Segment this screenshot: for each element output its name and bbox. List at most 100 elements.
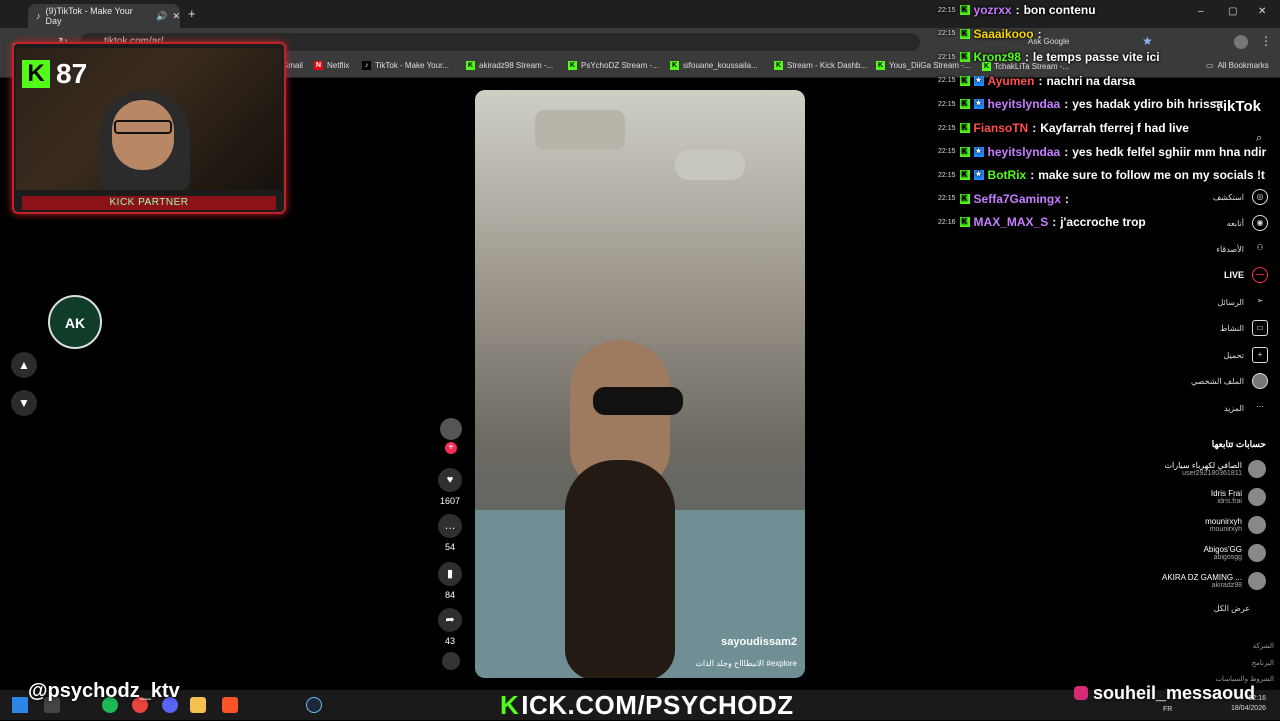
kick-badge-icon: K bbox=[959, 146, 970, 157]
chat-username[interactable]: Ayumen bbox=[988, 74, 1035, 88]
nav-friends[interactable]: ⚇ الأصدقاء bbox=[1216, 241, 1268, 257]
share-button[interactable]: ➦ 43 bbox=[438, 608, 462, 646]
menu-icon[interactable]: ⋮ bbox=[1260, 34, 1272, 48]
start-button-icon[interactable] bbox=[12, 697, 28, 713]
streamer-face bbox=[112, 100, 174, 170]
avatar bbox=[1248, 544, 1266, 562]
footer-link[interactable]: البرنامج bbox=[1252, 659, 1274, 667]
like-button[interactable]: ♥ 1607 bbox=[438, 468, 462, 506]
folder-icon: ▭ bbox=[1206, 61, 1214, 70]
see-all-link[interactable]: عرض الكل bbox=[1214, 604, 1250, 613]
chat-timestamp: 22:15 bbox=[938, 30, 956, 38]
chat-text: yes hadak ydiro bih hrissa bbox=[1072, 97, 1223, 112]
window-maximize-button[interactable]: ▢ bbox=[1228, 6, 1237, 17]
system-clock[interactable]: 22:16 18/04/2026 bbox=[1231, 694, 1266, 714]
chat-message: 22:16 K MAX_MAX_S: j'accroche trop bbox=[938, 212, 1146, 232]
nav-messages[interactable]: ➢ الرسائل bbox=[1218, 294, 1269, 310]
close-tab-icon[interactable]: ✕ bbox=[172, 11, 180, 22]
nav-live[interactable]: — LIVE bbox=[1224, 267, 1268, 283]
chat-separator: : bbox=[1064, 191, 1069, 206]
nav-more[interactable]: ⋯ المزيد bbox=[1224, 400, 1268, 416]
all-bookmarks[interactable]: ▭ All Bookmarks bbox=[1206, 61, 1269, 70]
nav-profile[interactable]: الملف الشخصي bbox=[1191, 373, 1268, 389]
kick-icon: K bbox=[670, 61, 679, 70]
chat-username[interactable]: FiansoTN bbox=[974, 121, 1029, 135]
bookmark-item[interactable]: K PsYchoDZ Stream -... bbox=[568, 61, 659, 70]
tab-title: (9)TikTok - Make Your Day bbox=[45, 6, 133, 26]
nav-activity[interactable]: ▭ النشاط bbox=[1220, 320, 1268, 336]
subscriber-badge-icon: ★ bbox=[973, 170, 984, 181]
chat-separator: : bbox=[1037, 26, 1042, 41]
kick-badge-icon: K bbox=[959, 123, 970, 133]
video-player[interactable]: sayoudissam2 الانبطاااح وجلد الذات #expl… bbox=[475, 90, 805, 678]
chat-message: 22:15 K ★ Ayumen: nachri na darsa bbox=[938, 71, 1135, 91]
follow-plus-icon[interactable]: + bbox=[445, 442, 457, 454]
kick-viewer-count: K 87 bbox=[22, 58, 87, 90]
following-account[interactable]: AKIRA DZ GAMING ... akiradz98 bbox=[1162, 572, 1266, 590]
kick-badge-icon: K bbox=[959, 193, 970, 204]
chat-timestamp: 22:15 bbox=[938, 100, 956, 108]
chat-message: 22:15 K FiansoTN: Kayfarrah tferrej f had l… bbox=[938, 118, 1189, 138]
chat-text: le temps passe vite ici bbox=[1032, 50, 1160, 65]
following-account[interactable]: Abigos'GG abigosgg bbox=[1204, 544, 1266, 562]
music-disc-icon[interactable] bbox=[442, 652, 460, 670]
bookmark-star-icon[interactable]: ★ bbox=[1142, 34, 1153, 48]
chat-username[interactable]: Kronz98 bbox=[974, 50, 1021, 64]
chat-text: j'accroche trop bbox=[1060, 215, 1146, 230]
footer-link[interactable]: الشركة bbox=[1253, 642, 1274, 650]
window-minimize-button[interactable]: – bbox=[1198, 6, 1204, 17]
bookmark-item[interactable]: Ksifouane_koussaila... bbox=[670, 61, 758, 70]
chat-timestamp: 22:15 bbox=[938, 195, 956, 203]
chat-timestamp: 22:16 bbox=[938, 218, 956, 226]
live-icon: — bbox=[1252, 267, 1268, 283]
nav-explore[interactable]: ◎ استكشف bbox=[1213, 189, 1268, 205]
messages-icon: ➢ bbox=[1256, 296, 1264, 305]
chat-username[interactable]: MAX_MAX_S bbox=[974, 215, 1049, 229]
folder-icon[interactable] bbox=[190, 697, 206, 713]
viewer-number: 87 bbox=[56, 58, 88, 89]
footer-link[interactable]: الشروط والسياسات bbox=[1215, 675, 1274, 683]
avatar bbox=[1248, 488, 1266, 506]
previous-video-button[interactable]: ▲ bbox=[11, 352, 37, 378]
browser-tab[interactable]: ♪ (9)TikTok - Make Your Day 🔊 ✕ bbox=[28, 4, 180, 28]
comment-count: 54 bbox=[444, 542, 455, 552]
chat-text: yes hedk felfel sghiir mm hna ndir bbox=[1072, 144, 1267, 159]
following-account[interactable]: Idris Frai idris.frai bbox=[1211, 488, 1266, 506]
video-username[interactable]: sayoudissam2 bbox=[721, 636, 797, 648]
bookmark-item[interactable]: ♪ TikTok - Make Your... bbox=[362, 61, 449, 70]
audio-icon[interactable]: 🔊 bbox=[156, 11, 167, 22]
creator-avatar[interactable] bbox=[440, 418, 462, 440]
chat-message: 22:15 K ★ heyitslyndaa: yes hedk felfel sghi… bbox=[938, 142, 1266, 162]
chat-username[interactable]: Seffa7Gamingx bbox=[974, 192, 1061, 206]
chat-username[interactable]: heyitslyndaa bbox=[988, 145, 1061, 159]
sunglasses bbox=[593, 387, 683, 415]
chat-username[interactable]: yozrxx bbox=[974, 3, 1012, 17]
bookmark-item[interactable]: K Stream - Kick Dashb... bbox=[774, 61, 867, 70]
chat-username[interactable]: BotRix bbox=[988, 168, 1027, 182]
subscriber-badge-icon: ★ bbox=[973, 99, 984, 110]
activity-icon: ▭ bbox=[1252, 320, 1268, 336]
kick-badge-icon: K bbox=[959, 217, 970, 228]
following-account[interactable]: الصافي لكهرباء سيارات user292180361811 bbox=[1164, 460, 1266, 478]
new-tab-button[interactable]: + bbox=[188, 6, 196, 21]
profile-avatar[interactable] bbox=[1234, 35, 1248, 49]
window-close-button[interactable]: ✕ bbox=[1258, 6, 1266, 17]
chat-text: nachri na darsa bbox=[1046, 73, 1136, 88]
nav-upload[interactable]: + تحميل bbox=[1224, 347, 1268, 363]
instagram-handle-left: @psychodz_ktv bbox=[28, 680, 180, 702]
chat-username[interactable]: Saaaikooo bbox=[974, 27, 1034, 41]
language-indicator[interactable]: FR bbox=[1163, 706, 1172, 713]
brave-icon[interactable] bbox=[222, 697, 238, 713]
nav-following[interactable]: ◉ أتابعه bbox=[1227, 215, 1268, 231]
bookmark-item[interactable]: N Netflix bbox=[314, 61, 349, 70]
following-account[interactable]: mounirxyh mounirxyh bbox=[1205, 516, 1266, 534]
bookmark-icon: ▮ bbox=[438, 562, 462, 586]
kick-icon: K bbox=[876, 61, 885, 70]
subscriber-badge-icon: ★ bbox=[973, 146, 984, 157]
next-video-button[interactable]: ▼ bbox=[11, 390, 37, 416]
save-button[interactable]: ▮ 84 bbox=[438, 562, 462, 600]
bookmark-item[interactable]: Kakiradz98 Stream -... bbox=[466, 61, 553, 70]
chat-username[interactable]: heyitslyndaa bbox=[988, 97, 1061, 111]
comment-button[interactable]: … 54 bbox=[438, 514, 462, 552]
steam-icon[interactable] bbox=[306, 697, 322, 713]
